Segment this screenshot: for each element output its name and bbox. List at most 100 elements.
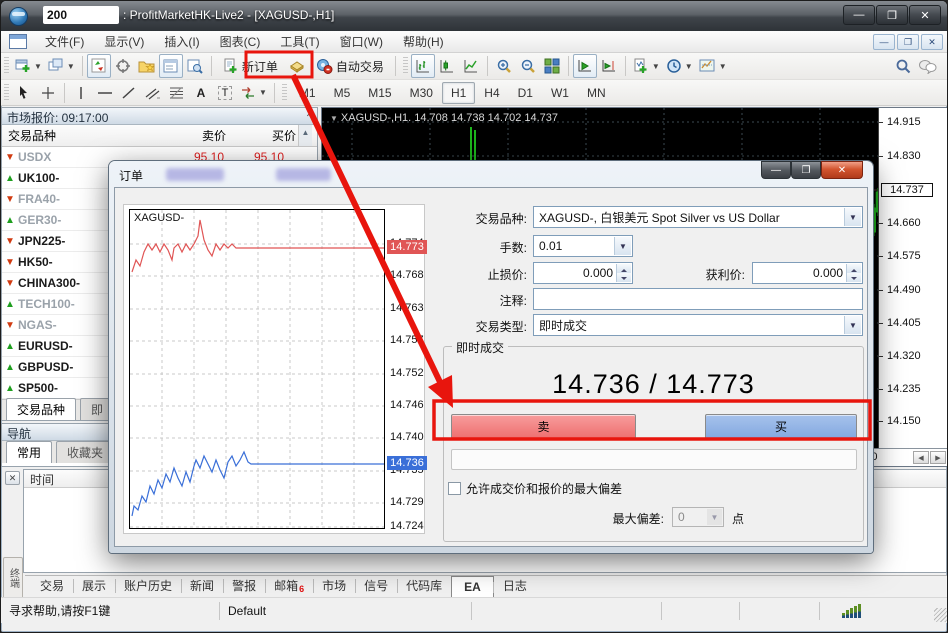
market-watch-scrollbar[interactable]: ▲	[298, 125, 312, 146]
auto-scroll-button[interactable]	[573, 54, 597, 78]
tick-chart-button[interactable]	[87, 54, 111, 78]
arrows-tool-button[interactable]: ▼	[237, 81, 270, 105]
favorites-folder-button[interactable]	[135, 54, 159, 78]
timeframe-M1[interactable]: M1	[290, 82, 325, 104]
tile-windows-button[interactable]	[540, 54, 564, 78]
zoom-in-button[interactable]	[492, 54, 516, 78]
menu-item[interactable]: 显示(V)	[94, 31, 154, 52]
volume-select[interactable]: 0.01▼	[533, 235, 633, 257]
terminal-tab-展示[interactable]: 展示	[73, 574, 115, 597]
terminal-tab-账户历史[interactable]: 账户历史	[115, 574, 181, 597]
profiles-button[interactable]: ▼	[45, 54, 78, 78]
menu-item[interactable]: 图表(C)	[210, 31, 271, 52]
checkbox-icon[interactable]	[448, 482, 461, 495]
column-ask[interactable]: 买价	[226, 127, 298, 144]
terminal-tab-警报[interactable]: 警报	[223, 574, 265, 597]
timeframe-H4[interactable]: H4	[475, 82, 508, 104]
terminal-tab-新闻[interactable]: 新闻	[181, 574, 223, 597]
spinner-buttons[interactable]	[846, 264, 861, 282]
minimize-button[interactable]: —	[843, 5, 875, 25]
text-tool-button[interactable]: A	[189, 81, 213, 105]
sell-button[interactable]: 卖	[451, 414, 636, 439]
dropdown-arrow-icon[interactable]: ▼	[614, 237, 631, 255]
indicators-button[interactable]: ▼	[630, 54, 663, 78]
data-window-button[interactable]	[183, 54, 207, 78]
navigator-tab-常用[interactable]: 常用	[6, 441, 52, 463]
fibonacci-button[interactable]	[165, 81, 189, 105]
toolbar-grip[interactable]	[282, 84, 287, 102]
menu-item[interactable]: 插入(I)	[154, 31, 209, 52]
timeframe-W1[interactable]: W1	[542, 82, 578, 104]
scroll-left-button[interactable]: ◀	[913, 451, 929, 464]
chart-price-scale[interactable]: 14.737 14.91514.83014.66014.57514.49014.…	[878, 108, 948, 448]
crosshair-target-button[interactable]	[111, 54, 135, 78]
history-center-button[interactable]	[285, 54, 309, 78]
scroll-right-button[interactable]: ▶	[930, 451, 946, 464]
dialog-close-button[interactable]: ✕	[821, 161, 863, 179]
text-label-tool-button[interactable]: T	[213, 81, 237, 105]
terminal-tab-日志[interactable]: 日志	[494, 574, 536, 597]
timeframe-M30[interactable]: M30	[401, 82, 442, 104]
toolbar-grip[interactable]	[4, 57, 9, 75]
market-watch-tab-交易品种[interactable]: 交易品种	[6, 398, 76, 420]
search-button[interactable]	[891, 54, 915, 78]
market-watch-close-icon[interactable]: ✕	[306, 109, 314, 120]
deviation-checkbox[interactable]: 允许成交价和报价的最大偏差	[448, 480, 622, 497]
navigator-tab-收藏夹[interactable]: 收藏夹	[56, 441, 114, 463]
vertical-line-button[interactable]	[69, 81, 93, 105]
timeframe-MN[interactable]: MN	[578, 82, 615, 104]
terminal-tab-EA[interactable]: EA	[451, 576, 494, 597]
resize-grip[interactable]	[934, 608, 948, 622]
dialog-restore-button[interactable]: ❐	[791, 161, 821, 179]
candlestick-chart-button[interactable]	[435, 54, 459, 78]
menu-item[interactable]: 窗口(W)	[330, 31, 393, 52]
market-watch-button[interactable]	[159, 54, 183, 78]
menu-item[interactable]: 文件(F)	[35, 31, 94, 52]
trendline-button[interactable]	[117, 81, 141, 105]
deviation-combo[interactable]: 0▼	[672, 507, 724, 527]
mdi-restore-button[interactable]: ❐	[897, 34, 919, 50]
terminal-tab-代码库[interactable]: 代码库	[397, 574, 451, 597]
bar-chart-button[interactable]	[411, 54, 435, 78]
dialog-minimize-button[interactable]: —	[761, 161, 791, 179]
terminal-vertical-tab[interactable]: 终端	[3, 557, 23, 599]
toolbar-grip[interactable]	[4, 84, 9, 102]
line-chart-button[interactable]	[459, 54, 483, 78]
new-order-button[interactable]: 新订单	[216, 54, 285, 78]
terminal-tab-交易[interactable]: 交易	[31, 574, 73, 597]
mdi-minimize-button[interactable]: —	[873, 34, 895, 50]
terminal-close-button[interactable]: ✕	[5, 471, 20, 485]
comment-input[interactable]	[533, 288, 863, 310]
templates-button[interactable]: ▼	[696, 54, 730, 78]
menu-item[interactable]: 帮助(H)	[393, 31, 454, 52]
zoom-out-button[interactable]	[516, 54, 540, 78]
maximize-button[interactable]: ❐	[876, 5, 908, 25]
horizontal-line-button[interactable]	[93, 81, 117, 105]
dropdown-arrow-icon[interactable]: ▼	[844, 316, 861, 334]
periods-button[interactable]: ▼	[663, 54, 696, 78]
spinner-buttons[interactable]	[616, 264, 631, 282]
column-bid[interactable]: 卖价	[148, 127, 226, 144]
terminal-tab-邮箱[interactable]: 邮箱6	[265, 574, 313, 597]
terminal-tab-信号[interactable]: 信号	[355, 574, 397, 597]
chat-button[interactable]	[915, 54, 941, 78]
buy-button[interactable]: 买	[705, 414, 857, 439]
column-symbol[interactable]: 交易品种	[2, 127, 148, 144]
menu-item[interactable]: 工具(T)	[270, 31, 329, 52]
channel-button[interactable]	[141, 81, 165, 105]
terminal-tab-市场[interactable]: 市场	[313, 574, 355, 597]
dropdown-arrow-icon[interactable]: ▼	[844, 208, 861, 226]
timeframe-D1[interactable]: D1	[509, 82, 542, 104]
cursor-tool-button[interactable]	[12, 81, 36, 105]
timeframe-H1[interactable]: H1	[442, 82, 475, 104]
timeframe-M15[interactable]: M15	[359, 82, 400, 104]
timeframe-M5[interactable]: M5	[325, 82, 360, 104]
toolbar-grip[interactable]	[403, 57, 408, 75]
takeprofit-input[interactable]: 0.000	[752, 262, 863, 284]
symbol-select[interactable]: XAGUSD-, 白银美元 Spot Silver vs US Dollar▼	[533, 206, 863, 228]
status-profile[interactable]: Default	[219, 602, 471, 620]
mdi-close-button[interactable]: ✕	[921, 34, 943, 50]
close-button[interactable]: ✕	[909, 5, 941, 25]
order-type-select[interactable]: 即时成交▼	[533, 314, 863, 336]
new-chart-button[interactable]: ▼	[12, 54, 45, 78]
